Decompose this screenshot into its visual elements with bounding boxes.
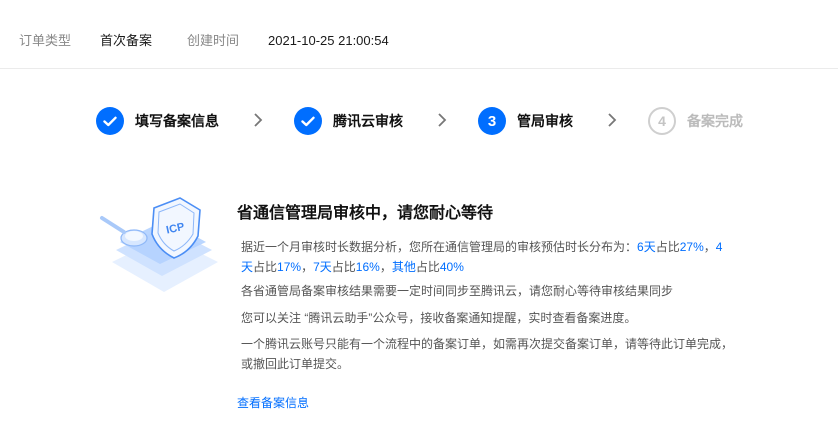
- chevron-right-icon: [608, 113, 617, 127]
- step-complete: 4 备案完成: [648, 105, 743, 137]
- stat-duration: 7天: [313, 260, 332, 274]
- chevron-right-icon: [254, 113, 263, 127]
- created-time-label: 创建时间: [187, 33, 240, 48]
- check-icon: [96, 107, 124, 135]
- stat-sep: ，: [301, 260, 314, 274]
- step-bureau-review: 3 管局审核: [478, 105, 573, 137]
- stat-sep: ，: [703, 240, 716, 254]
- stat-mid: 占比: [655, 240, 680, 254]
- icp-review-illustration: ICP: [100, 197, 218, 292]
- stat-percent: 17%: [277, 260, 302, 274]
- stats-prefix: 据近一个月审核时长数据分析，您所在通信管理局的审核预估时长分布为：: [241, 240, 638, 254]
- step-label: 填写备案信息: [135, 113, 219, 129]
- status-title: 省通信管理局审核中，请您耐心等待: [237, 205, 494, 222]
- stat-percent: 40%: [439, 260, 464, 274]
- stat-duration: 其他: [391, 260, 416, 274]
- stat-percent: 27%: [679, 240, 704, 254]
- check-icon: [294, 107, 322, 135]
- stat-mid: 占比: [253, 260, 278, 274]
- order-type-value: 首次备案: [100, 33, 153, 48]
- review-status-panel: 省通信管理局审核中，请您耐心等待: [237, 203, 737, 225]
- stat-sep: ，: [379, 260, 392, 274]
- stat-percent: 16%: [355, 260, 380, 274]
- step-label: 腾讯云审核: [333, 113, 403, 129]
- chevron-right-icon: [438, 113, 447, 127]
- step-label: 管局审核: [517, 113, 573, 129]
- single-order-note: 一个腾讯云账号只能有一个流程中的备案订单，如需再次提交备案订单，请等待此订单完成…: [241, 337, 734, 371]
- stat-mid: 占比: [415, 260, 440, 274]
- order-info-bar: 订单类型 首次备案 创建时间 2021-10-25 21:00:54: [0, 0, 838, 69]
- step-number-badge: 3: [478, 107, 506, 135]
- order-type-label: 订单类型: [19, 33, 72, 48]
- step-number-badge: 4: [648, 107, 676, 135]
- view-filing-info-link[interactable]: 查看备案信息: [237, 395, 309, 411]
- step-fill-info: 填写备案信息: [96, 105, 219, 137]
- sync-note: 各省通管局备案审核结果需要一定时间同步至腾讯云，请您耐心等待审核结果同步: [241, 284, 674, 298]
- step-tencent-review: 腾讯云审核: [294, 105, 403, 137]
- created-time-value: 2021-10-25 21:00:54: [268, 33, 389, 48]
- review-duration-stats: 据近一个月审核时长数据分析，您所在通信管理局的审核预估时长分布为：6天占比27%…: [241, 237, 733, 277]
- stat-duration: 6天: [637, 240, 656, 254]
- step-label: 备案完成: [687, 113, 743, 129]
- wechat-follow-note: 您可以关注 “腾讯云助手”公众号，接收备案通知提醒，实时查看备案进度。: [241, 311, 637, 325]
- stat-mid: 占比: [331, 260, 356, 274]
